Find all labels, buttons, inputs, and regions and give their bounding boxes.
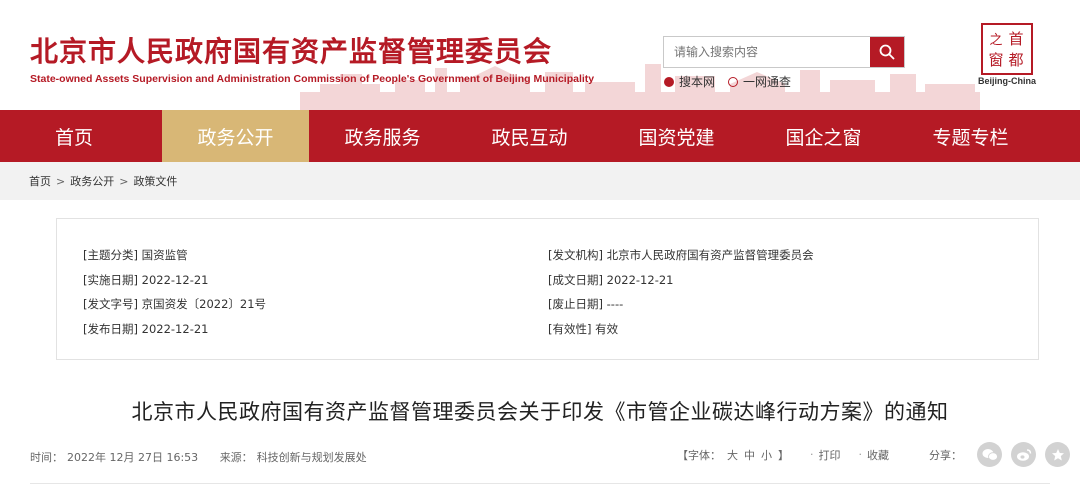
- font-label-open: 【字体：: [677, 448, 721, 462]
- meta-label: [废止日期]: [548, 297, 603, 311]
- scope-option-label: 搜本网: [679, 75, 716, 89]
- meta-value: 2022-12-21: [141, 272, 209, 287]
- meta-effective-date: [实施日期] 2022-12-21: [83, 270, 266, 295]
- logo-caption: Beijing-China: [978, 76, 1036, 86]
- search-icon: [879, 44, 895, 60]
- meta-publish-date: [发布日期] 2022-12-21: [83, 319, 266, 344]
- site-header: 北京市人民政府国有资产监督管理委员会 State-owned Assets Su…: [0, 0, 1080, 110]
- source-label: 来源：: [219, 451, 253, 464]
- logo-char-3: 之: [989, 33, 1002, 48]
- breadcrumb: 首页 > 政务公开 > 政策文件: [0, 162, 1080, 200]
- meta-label: [发文机构]: [548, 248, 603, 262]
- metadata-left-column: [主题分类] 国资监管 [实施日期] 2022-12-21 [发文字号] 京国资…: [83, 245, 266, 343]
- logo-char-2: 都: [1008, 51, 1023, 69]
- article-tools: 【字体： 大中小】 · 打印 · 收藏 分享：: [674, 442, 1070, 467]
- main-nav: 首页 政务公开 政务服务 政民互动 国资党建 国企之窗 专题专栏: [0, 110, 1080, 162]
- font-size-selector: 【字体： 大中小】: [674, 447, 792, 463]
- article-title: 北京市人民政府国有资产监督管理委员会关于印发《市管企业碳达峰行动方案》的通知: [131, 400, 949, 424]
- breadcrumb-separator: >: [56, 174, 66, 188]
- scope-option-site[interactable]: 搜本网: [664, 73, 715, 90]
- font-label-close: 】: [778, 448, 789, 462]
- time-label: 时间：: [30, 451, 63, 464]
- font-size-small[interactable]: 小: [761, 449, 772, 462]
- breadcrumb-policy-documents[interactable]: 政策文件: [133, 173, 177, 189]
- nav-item-services[interactable]: 政务服务: [309, 110, 456, 162]
- meta-label: [主题分类]: [83, 248, 138, 262]
- meta-label: [发文字号]: [83, 297, 138, 311]
- breadcrumb-home[interactable]: 首页: [29, 173, 51, 189]
- print-label: 打印: [818, 448, 841, 462]
- meta-label: [实施日期]: [83, 272, 138, 287]
- bullet-icon: ·: [858, 448, 863, 461]
- search-scope: 搜本网 一网通查: [664, 73, 804, 90]
- nav-item-enterprises[interactable]: 国企之窗: [750, 110, 897, 162]
- meta-label: [发布日期]: [83, 321, 138, 336]
- meta-topic: [主题分类] 国资监管: [83, 245, 266, 270]
- wechat-icon[interactable]: [977, 442, 1002, 467]
- font-size-medium[interactable]: 中: [744, 449, 755, 462]
- share-label: 分享：: [929, 448, 962, 462]
- breadcrumb-government-affairs[interactable]: 政务公开: [70, 173, 114, 189]
- meta-value: 国资监管: [141, 248, 188, 262]
- article-source: 科技创新与规划发展处: [256, 451, 367, 464]
- radio-checked-icon: [664, 76, 674, 87]
- font-size-large[interactable]: 大: [727, 449, 738, 462]
- publish-time: 2022年 12月 27日 16:53: [67, 451, 199, 464]
- meta-value: 京国资发〔2022〕21号: [141, 297, 267, 311]
- site-title: 北京市人民政府国有资产监督管理委员会: [30, 35, 553, 68]
- meta-repeal-date: [废止日期] ----: [548, 294, 814, 319]
- metadata-right-column: [发文机构] 北京市人民政府国有资产监督管理委员会 [成文日期] 2022-12…: [548, 245, 814, 343]
- search-box: [663, 36, 905, 68]
- bullet-icon: ·: [810, 448, 814, 461]
- document-metadata: [主题分类] 国资监管 [实施日期] 2022-12-21 [发文字号] 京国资…: [56, 218, 1039, 360]
- meta-value: 2022-12-21: [141, 321, 209, 336]
- radio-unchecked-icon: [728, 76, 739, 87]
- meta-validity: [有效性] 有效: [548, 319, 814, 344]
- meta-label: [成文日期]: [548, 272, 603, 287]
- favorite-label: 收藏: [867, 448, 889, 462]
- favorite-button[interactable]: · 收藏: [859, 447, 890, 463]
- nav-item-party-building[interactable]: 国资党建: [603, 110, 750, 162]
- logo-char-1: 首: [1008, 30, 1023, 48]
- star-icon[interactable]: [1045, 442, 1070, 467]
- logo-char-4: 窗: [988, 51, 1003, 69]
- meta-written-date: [成文日期] 2022-12-21: [548, 270, 814, 295]
- article-info: 时间： 2022年 12月 27日 16:53 来源： 科技创新与规划发展处: [30, 449, 371, 465]
- meta-value: 北京市人民政府国有资产监督管理委员会: [606, 248, 814, 262]
- meta-document-number: [发文字号] 京国资发〔2022〕21号: [83, 294, 266, 319]
- breadcrumb-separator: >: [119, 174, 129, 188]
- meta-label: [有效性]: [548, 321, 592, 336]
- divider: [30, 483, 1050, 484]
- nav-item-government-affairs[interactable]: 政务公开: [162, 110, 309, 162]
- nav-item-home[interactable]: 首页: [0, 110, 162, 162]
- site-subtitle-english: State-owned Assets Supervision and Admin…: [30, 73, 595, 85]
- scope-option-all[interactable]: 一网通查: [728, 73, 791, 90]
- search-button[interactable]: [870, 37, 904, 67]
- meta-value: 有效: [595, 321, 619, 336]
- meta-value: 2022-12-21: [606, 272, 674, 287]
- scope-option-label: 一网通查: [743, 75, 792, 89]
- meta-value: ----: [606, 297, 624, 311]
- article-info-bar: 时间： 2022年 12月 27日 16:53 来源： 科技创新与规划发展处 【字体…: [30, 440, 1070, 474]
- nav-item-special-topics[interactable]: 专题专栏: [897, 110, 1044, 162]
- search-input[interactable]: [664, 37, 870, 67]
- weibo-icon[interactable]: [1011, 442, 1036, 467]
- print-button[interactable]: · 打印: [810, 447, 841, 463]
- nav-item-interaction[interactable]: 政民互动: [456, 110, 603, 162]
- meta-issuing-agency: [发文机构] 北京市人民政府国有资产监督管理委员会: [548, 245, 814, 270]
